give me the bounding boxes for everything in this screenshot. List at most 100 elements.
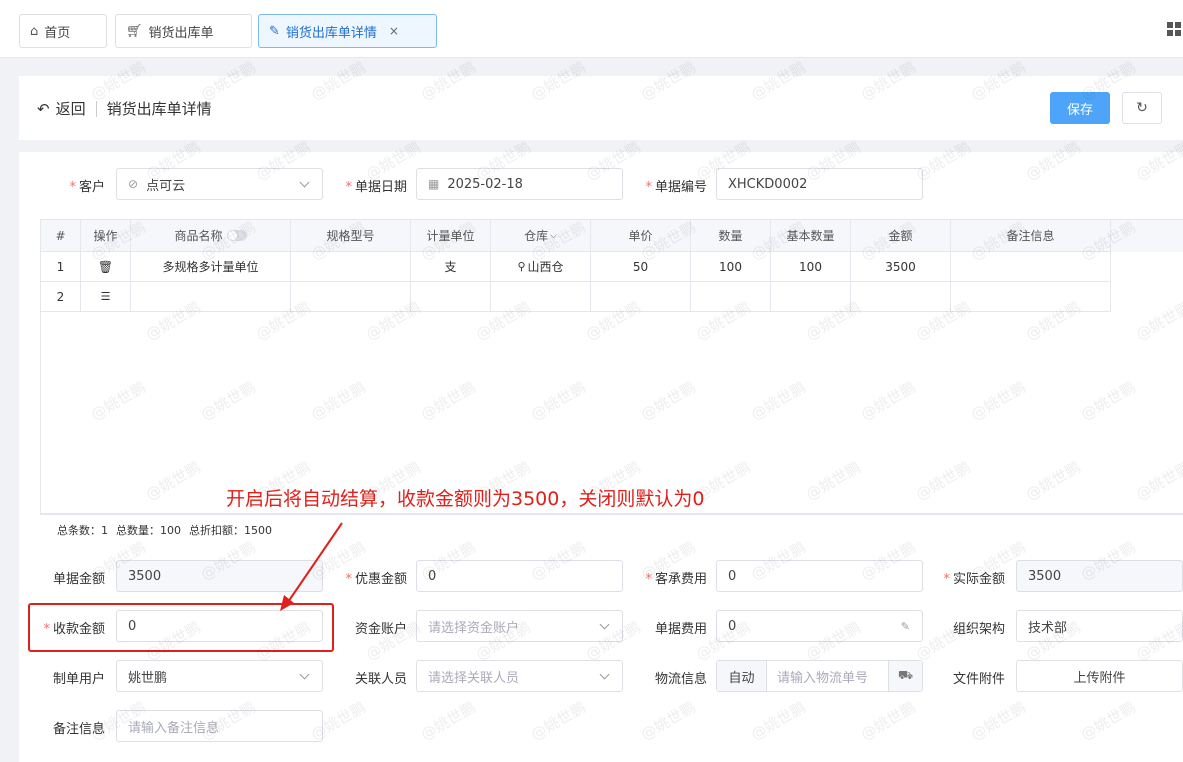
save-button[interactable]: 保存	[1050, 92, 1110, 124]
cell-warehouse[interactable]: ⚲ 山西仓	[491, 252, 591, 282]
cell-unit[interactable]	[411, 282, 491, 312]
tab-sales-outbound-detail[interactable]: ✎ 销货出库单详情 ×	[258, 14, 437, 48]
cell-price[interactable]: 50	[591, 252, 691, 282]
discount-amount-field[interactable]: 0	[416, 560, 623, 592]
tab-sales-outbound[interactable]: 🛒︎ 销货出库单	[115, 14, 252, 48]
calendar-icon: ▦	[428, 177, 440, 191]
link-icon: ⊘	[128, 177, 139, 191]
cell-unit[interactable]: 支	[411, 252, 491, 282]
back-link[interactable]: ↶ 返回 销货出库单详情	[37, 98, 212, 119]
col-index: #	[41, 220, 81, 252]
bill-amount-label: 单据金额	[52, 572, 105, 587]
logistics-field[interactable]: 自动 请输入物流单号 ⛟	[716, 660, 923, 692]
annotation-highlight-box	[28, 603, 334, 652]
col-product: 商品名称	[131, 220, 291, 252]
divider	[95, 100, 97, 117]
freight-label: * 客承费用	[645, 572, 707, 587]
refresh-button[interactable]: ↻	[1122, 92, 1162, 124]
account-select[interactable]: 请选择资金账户	[416, 610, 623, 642]
bill-fee-label: 单据费用	[654, 622, 707, 637]
date-picker[interactable]: ▦ 2025-02-18	[416, 168, 623, 200]
chevron-down-icon	[299, 669, 310, 680]
remark-field[interactable]: 请输入备注信息	[116, 710, 323, 742]
cell-remark[interactable]	[951, 252, 1111, 282]
annotation-text: 开启后将自动结算，收款金额则为3500，关闭则默认为0	[226, 488, 705, 510]
tab-home[interactable]: ⌂ 首页	[19, 14, 107, 48]
summary-count: 总条数：1	[57, 523, 108, 537]
number-label: * 单据编号	[645, 180, 707, 195]
table-summary: 总条数：1 总数量：100 总折扣额：1500	[40, 514, 1183, 544]
document-edit-icon: ✎	[269, 23, 280, 39]
table-header: # 操作 商品名称 规格型号 计量单位 仓库 ⌵ 单价 数量 基本数量 金额 备注…	[41, 220, 1183, 252]
chevron-down-icon: ⌵	[550, 230, 557, 241]
edit-icon[interactable]: ✎	[901, 620, 910, 633]
remark-label: 备注信息	[52, 722, 105, 737]
cell-base-qty[interactable]	[771, 282, 851, 312]
cell-action: ☰	[81, 282, 131, 312]
grid-menu-icon[interactable]	[1167, 22, 1181, 36]
cell-product[interactable]	[131, 282, 291, 312]
table-row: 1 🗑︎ 多规格多计量单位 支 ⚲ 山西仓 50 100 100 3500	[41, 252, 1183, 282]
cell-index: 1	[41, 252, 81, 282]
goods-table: # 操作 商品名称 规格型号 计量单位 仓库 ⌵ 单价 数量 基本数量 金额 备注…	[40, 219, 1183, 514]
tab-label: 销货出库单	[148, 25, 214, 41]
freight-field[interactable]: 0	[716, 560, 923, 592]
customer-label: * 客户	[69, 180, 105, 195]
maker-select[interactable]: 姚世鹏	[116, 660, 323, 692]
maker-label: 制单用户	[52, 672, 105, 687]
col-action: 操作	[81, 220, 131, 252]
toggle-switch[interactable]	[226, 230, 247, 241]
refresh-icon: ↻	[1136, 100, 1148, 116]
logistics-input[interactable]: 请输入物流单号	[767, 667, 868, 686]
summary-qty: 总数量：100	[116, 523, 181, 537]
customer-value: 点可云	[146, 178, 186, 194]
cell-remark[interactable]	[951, 282, 1111, 312]
close-icon[interactable]: ×	[389, 24, 399, 38]
org-select[interactable]: 技术部	[1016, 610, 1183, 642]
attachment-label: 文件附件	[952, 672, 1005, 687]
cell-action: 🗑︎	[81, 252, 131, 282]
summary-discount: 总折扣额：1500	[189, 523, 272, 537]
org-label: 组织架构	[952, 622, 1005, 637]
logistics-mode[interactable]: 自动	[717, 661, 767, 691]
delete-icon[interactable]: 🗑︎	[98, 260, 113, 274]
home-icon: ⌂	[30, 23, 39, 39]
cell-spec[interactable]	[291, 282, 411, 312]
cell-product[interactable]: 多规格多计量单位	[131, 252, 291, 282]
col-price: 单价	[591, 220, 691, 252]
search-list-icon[interactable]: ☰	[101, 290, 111, 303]
table-row: 2 ☰	[41, 282, 1183, 312]
upload-attachment-button[interactable]: 上传附件	[1016, 660, 1183, 692]
date-value: 2025-02-18	[447, 176, 523, 192]
page-header: ↶ 返回 销货出库单详情 保存 ↻	[19, 76, 1183, 140]
back-arrow-icon: ↶	[37, 99, 50, 118]
col-qty: 数量	[691, 220, 771, 252]
customer-select[interactable]: ⊘ 点可云	[116, 168, 323, 200]
related-select[interactable]: 请选择关联人员	[416, 660, 623, 692]
cell-qty[interactable]: 100	[691, 252, 771, 282]
cell-price[interactable]	[591, 282, 691, 312]
cell-spec[interactable]	[291, 252, 411, 282]
col-amount: 金额	[851, 220, 951, 252]
truck-icon[interactable]: ⛟	[888, 661, 922, 691]
cell-qty[interactable]	[691, 282, 771, 312]
date-label: * 单据日期	[345, 180, 407, 195]
cell-amount[interactable]: 3500	[851, 252, 951, 282]
chevron-down-icon	[599, 619, 610, 630]
related-label: 关联人员	[354, 672, 407, 687]
cell-base-qty[interactable]: 100	[771, 252, 851, 282]
col-unit: 计量单位	[411, 220, 491, 252]
chevron-down-icon	[299, 177, 310, 188]
search-icon: ⚲	[517, 260, 526, 273]
cell-index: 2	[41, 282, 81, 312]
tab-label: 首页	[44, 25, 71, 41]
number-field[interactable]: XHCKD0002	[716, 168, 923, 200]
bill-fee-field[interactable]: 0 ✎	[716, 610, 923, 642]
actual-amount-field: 3500	[1016, 560, 1183, 592]
back-label: 返回	[55, 100, 86, 118]
cell-amount[interactable]	[851, 282, 951, 312]
cell-warehouse[interactable]	[491, 282, 591, 312]
col-spec: 规格型号	[291, 220, 411, 252]
col-warehouse[interactable]: 仓库 ⌵	[491, 220, 591, 252]
page-title: 销货出库单详情	[106, 100, 212, 118]
